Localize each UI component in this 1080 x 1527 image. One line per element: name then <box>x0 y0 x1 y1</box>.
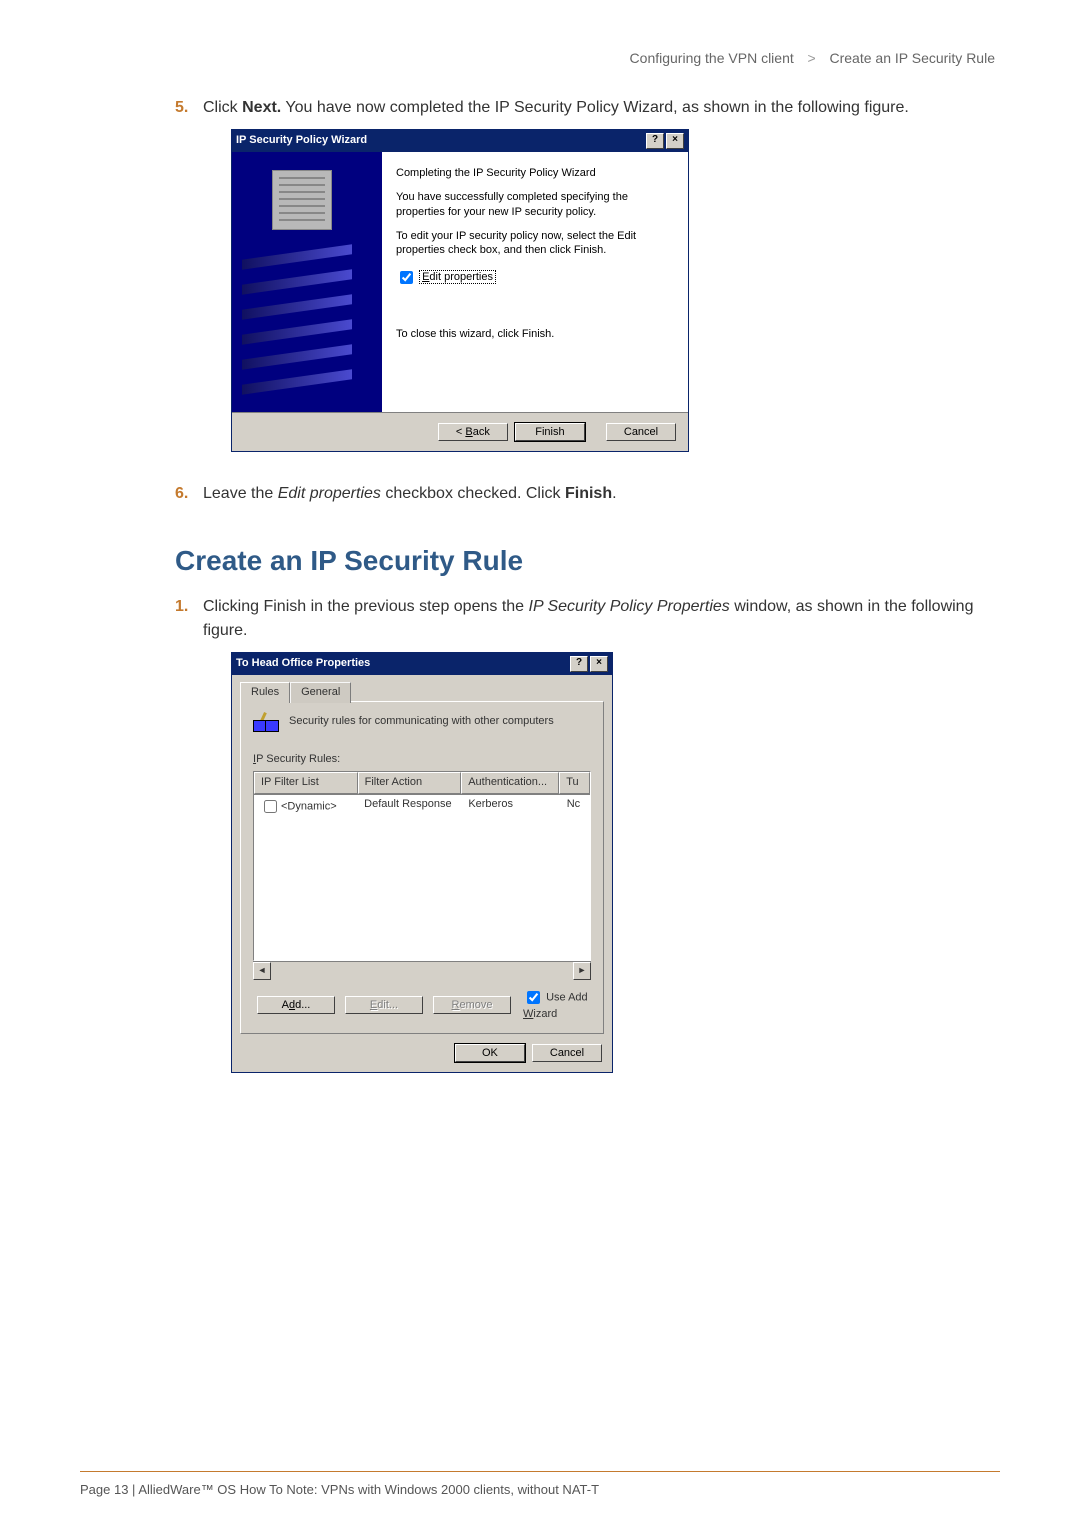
step-5: 5. Click Next. You have now completed th… <box>175 96 1000 452</box>
wizard-p3: To close this wizard, click Finish. <box>396 327 672 341</box>
edit-properties-checkbox[interactable] <box>400 271 413 284</box>
finish-button[interactable]: Finish <box>515 423 585 441</box>
wizard-heading: Completing the IP Security Policy Wizard <box>396 166 672 180</box>
tab-general[interactable]: General <box>290 682 351 703</box>
table-row[interactable]: <Dynamic> Default Response Kerberos Nc <box>254 795 590 818</box>
cancel-button[interactable]: Cancel <box>606 423 676 441</box>
wizard-sidebar-image <box>232 152 382 412</box>
properties-window: To Head Office Properties ? × Rules Gene… <box>231 652 613 1073</box>
remove-button: Remove <box>433 996 511 1014</box>
add-button[interactable]: Add... <box>257 996 335 1014</box>
footer-divider <box>80 1471 1000 1472</box>
wizard-window: IP Security Policy Wizard ? × <box>231 129 689 452</box>
rules-icon <box>253 714 279 736</box>
properties-titlebar[interactable]: To Head Office Properties ? × <box>232 653 612 675</box>
col-tunnel[interactable]: Tu <box>559 772 590 794</box>
breadcrumb-sep: > <box>804 50 820 66</box>
row-checkbox[interactable] <box>264 800 277 813</box>
wizard-p1: You have successfully completed specifyi… <box>396 190 672 219</box>
wizard-p2: To edit your IP security policy now, sel… <box>396 229 672 258</box>
step-1-num: 1. <box>175 595 188 618</box>
help-button[interactable]: ? <box>570 656 588 672</box>
scroll-right-icon[interactable]: ► <box>573 962 591 980</box>
breadcrumb-section: Configuring the VPN client <box>630 50 794 66</box>
step-6: 6. Leave the Edit properties checkbox ch… <box>175 482 1000 505</box>
scroll-left-icon[interactable]: ◄ <box>253 962 271 980</box>
step-5-num: 5. <box>175 96 188 119</box>
section-heading: Create an IP Security Rule <box>175 545 1000 577</box>
cancel-button[interactable]: Cancel <box>532 1044 602 1062</box>
rules-desc: Security rules for communicating with ot… <box>289 714 554 730</box>
breadcrumb-page: Create an IP Security Rule <box>830 50 996 66</box>
step-1: 1. Clicking Finish in the previous step … <box>175 595 1000 1072</box>
tab-rules[interactable]: Rules <box>240 682 290 703</box>
properties-title: To Head Office Properties <box>236 656 370 672</box>
close-button[interactable]: × <box>666 133 684 149</box>
rules-list-label: IP Security Rules: <box>253 752 591 768</box>
breadcrumb: Configuring the VPN client > Create an I… <box>175 50 1000 66</box>
ok-button[interactable]: OK <box>455 1044 525 1062</box>
wizard-titlebar[interactable]: IP Security Policy Wizard ? × <box>232 130 688 152</box>
rules-grid[interactable]: IP Filter List Filter Action Authenticat… <box>253 771 591 961</box>
h-scrollbar[interactable]: ◄ ► <box>253 961 591 978</box>
col-ip-filter-list[interactable]: IP Filter List <box>254 772 358 794</box>
wizard-title: IP Security Policy Wizard <box>236 133 367 149</box>
back-button[interactable]: < Back <box>438 423 508 441</box>
step-6-num: 6. <box>175 482 188 505</box>
edit-button: Edit... <box>345 996 423 1014</box>
edit-properties-label[interactable]: Edit properties <box>419 270 496 284</box>
col-filter-action[interactable]: Filter Action <box>358 772 462 794</box>
use-add-wizard-checkbox[interactable] <box>527 991 540 1004</box>
help-button[interactable]: ? <box>646 133 664 149</box>
col-authentication[interactable]: Authentication... <box>461 772 559 794</box>
page-footer: Page 13 | AlliedWare™ OS How To Note: VP… <box>80 1482 599 1497</box>
close-button[interactable]: × <box>590 656 608 672</box>
